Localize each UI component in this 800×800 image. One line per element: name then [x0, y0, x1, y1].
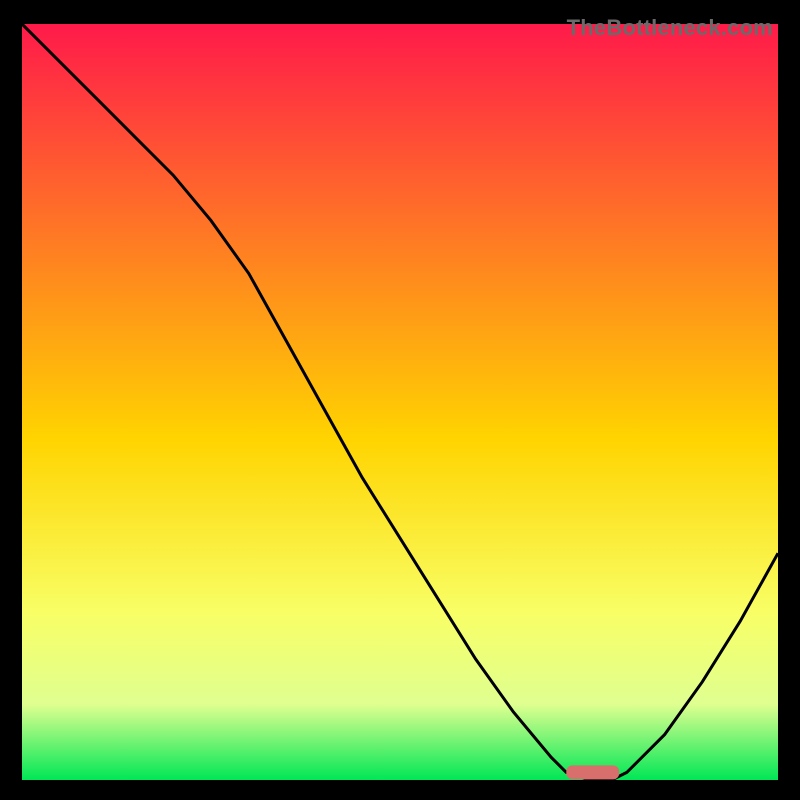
optimal-range-marker — [566, 765, 619, 779]
watermark-text: TheBottleneck.com — [567, 15, 773, 41]
chart-frame: TheBottleneck.com — [15, 17, 785, 787]
chart-svg — [22, 24, 778, 780]
chart-plot-area — [22, 24, 778, 780]
